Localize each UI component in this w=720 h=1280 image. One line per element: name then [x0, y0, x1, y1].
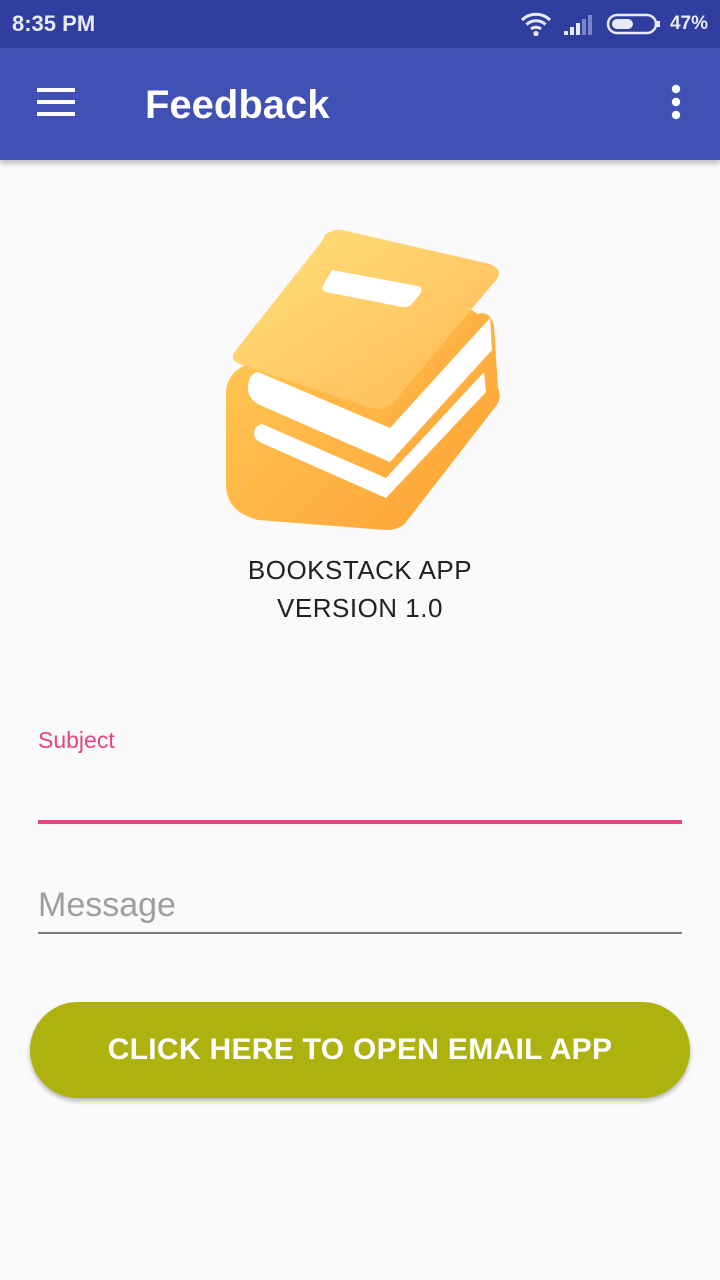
more-vert-icon	[671, 84, 681, 125]
wifi-icon	[520, 11, 552, 37]
page-title: Feedback	[145, 83, 330, 127]
app-version: VERSION 1.0	[277, 593, 443, 623]
message-input[interactable]	[38, 878, 682, 934]
hamburger-menu-icon	[37, 87, 75, 121]
overflow-menu-button[interactable]	[652, 72, 700, 136]
subject-input[interactable]	[38, 768, 682, 824]
status-bar: 8:35 PM 47%	[0, 0, 720, 48]
menu-button[interactable]	[24, 72, 88, 136]
app-bar: Feedback	[0, 48, 720, 160]
status-icons: 47%	[520, 10, 708, 38]
cell-signal-icon	[562, 12, 594, 36]
status-time: 8:35 PM	[12, 11, 96, 36]
battery-percent: 47%	[669, 13, 708, 34]
book-stack-icon	[214, 222, 506, 538]
battery-icon	[606, 12, 662, 36]
open-email-app-button[interactable]: CLICK HERE TO OPEN EMAIL APP	[30, 1002, 690, 1098]
subject-label: Subject	[38, 727, 115, 753]
app-name: BOOKSTACK APP	[247, 555, 473, 585]
